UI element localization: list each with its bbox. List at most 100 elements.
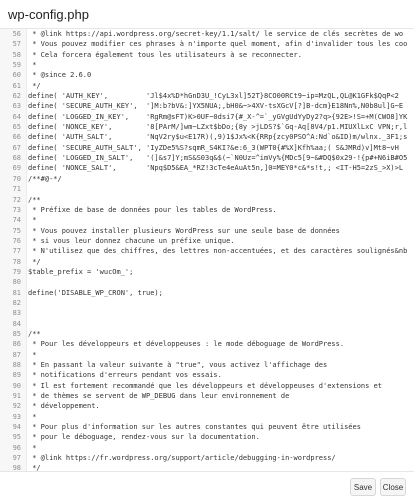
line-number: 65 (12, 123, 21, 132)
line-number: 56 (12, 30, 21, 38)
code-line[interactable]: 91 * de thèmes se servent de WP_DEBUG da… (0, 391, 414, 401)
code-line[interactable]: 59 * (0, 60, 414, 70)
line-text[interactable]: define( 'LOGGED_IN_KEY', 'RgRm@sFT)K>0UF… (24, 112, 414, 122)
code-line[interactable]: 92 * développement. (0, 401, 414, 411)
line-text[interactable]: define( 'AUTH_KEY', 'Jl$4x%D*hGnD3U_!CyL… (24, 91, 414, 101)
code-line[interactable]: 79 $table_prefix = 'wucOm_'; (0, 267, 414, 277)
line-text[interactable]: * N'utilisez que des chiffres, des lettr… (24, 246, 414, 256)
line-text[interactable] (24, 298, 414, 308)
code-line[interactable]: 69 define( 'NONCE_SALT', 'Npq$D5&EA_*RZ!3… (0, 163, 414, 173)
code-line[interactable]: 62 define( 'AUTH_KEY', 'Jl$4x%D*hGnD3U_!C… (0, 91, 414, 101)
code-line[interactable]: 84 (0, 319, 414, 329)
line-text[interactable]: * pour le déboguage, rendez-vous sur la … (24, 432, 414, 442)
line-text[interactable]: * @since 2.6.0 (24, 70, 414, 80)
line-text[interactable]: * (24, 60, 414, 70)
close-button[interactable]: Close (380, 478, 406, 496)
code-line[interactable]: 83 (0, 308, 414, 318)
code-line[interactable]: 81 define('DISABLE_WP_CRON', true); (0, 288, 414, 298)
code-lines[interactable]: 56 * @link https://api.wordpress.org/sec… (0, 29, 414, 472)
line-text[interactable] (24, 184, 414, 194)
line-text[interactable]: */ (24, 463, 414, 471)
line-text[interactable]: * (24, 412, 414, 422)
code-line[interactable]: 72/** (0, 195, 414, 205)
code-line[interactable]: 85/** (0, 329, 414, 339)
line-text[interactable]: * En passant la valeur suivante à "true"… (24, 360, 414, 370)
code-line[interactable]: 66 define( 'AUTH_SALT', 'NqV2ry$u<E17R)(,… (0, 132, 414, 142)
code-line[interactable]: 87 * (0, 350, 414, 360)
line-text[interactable]: /**#@-*/ (24, 174, 414, 184)
dialog-titlebar: wp-config.php (0, 0, 414, 28)
code-line[interactable]: 74 * (0, 215, 414, 225)
code-line[interactable]: 97 * @link https://fr.wordpress.org/supp… (0, 453, 414, 463)
code-line[interactable]: 96 * (0, 443, 414, 453)
code-line[interactable]: 60 * @since 2.6.0 (0, 70, 414, 80)
line-text[interactable]: * si vous leur donnez chacune un préfixe… (24, 236, 414, 246)
line-text[interactable]: * Pour les développeurs et développeuses… (24, 339, 414, 349)
code-line[interactable]: 77 * N'utilisez que des chiffres, des le… (0, 246, 414, 256)
code-line[interactable]: 88 * En passant la valeur suivante à "tr… (0, 360, 414, 370)
code-line[interactable]: 63 define( 'SECURE_AUTH_KEY', ']M:b?bV&:]… (0, 101, 414, 111)
line-text[interactable]: * @link https://api.wordpress.org/secret… (24, 29, 414, 39)
line-number: 73 (12, 205, 21, 214)
code-line[interactable]: 95 * pour le déboguage, rendez-vous sur … (0, 432, 414, 442)
line-text[interactable]: /** (24, 329, 414, 339)
line-text[interactable]: * (24, 350, 414, 360)
line-text[interactable]: /** (24, 195, 414, 205)
line-text[interactable]: define( 'SECURE_AUTH_KEY', ']M:b?bV&:]YX… (24, 101, 414, 111)
line-number: 98 (12, 464, 21, 472)
line-text[interactable]: $table_prefix = 'wucOm_'; (24, 267, 414, 277)
line-text[interactable]: */ (24, 81, 414, 91)
line-number: 61 (12, 81, 21, 90)
line-text[interactable]: * @link https://fr.wordpress.org/support… (24, 453, 414, 463)
code-line[interactable]: 80 (0, 277, 414, 287)
line-number: 76 (12, 236, 21, 245)
line-text[interactable]: define('DISABLE_WP_CRON', true); (24, 288, 414, 298)
code-line[interactable]: 98 */ (0, 463, 414, 472)
line-text[interactable]: */ (24, 257, 414, 267)
line-text[interactable]: define( 'AUTH_SALT', 'NqV2ry$u<E17R)(,9)… (24, 132, 414, 142)
line-number: 97 (12, 454, 21, 463)
code-line[interactable]: 93 * (0, 412, 414, 422)
line-text[interactable]: * (24, 443, 414, 453)
save-button[interactable]: Save (350, 478, 376, 496)
code-line[interactable]: 68 define( 'LOGGED_IN_SALT', '(]&s7]Y;mS&… (0, 153, 414, 163)
code-line[interactable]: 90 * Il est fortement recommandé que les… (0, 381, 414, 391)
code-line[interactable]: 76 * si vous leur donnez chacune un préf… (0, 236, 414, 246)
line-text[interactable]: * développement. (24, 401, 414, 411)
code-line[interactable]: 58 * Cela forcera également tous les uti… (0, 50, 414, 60)
line-text[interactable]: * Vous pouvez modifier ces phrases à n'i… (24, 39, 414, 49)
code-line[interactable]: 94 * Pour plus d'information sur les aut… (0, 422, 414, 432)
line-text[interactable]: define( 'SECURE_AUTH_SALT', 'IyZDe5%S?sq… (24, 143, 414, 153)
code-line[interactable]: 65 define( 'NONCE_KEY', '8[PArM/]wm~LZxt$… (0, 122, 414, 132)
line-text[interactable] (24, 277, 414, 287)
code-line[interactable]: 64 define( 'LOGGED_IN_KEY', 'RgRm@sFT)K>0… (0, 112, 414, 122)
line-number: 62 (12, 92, 21, 101)
line-text[interactable]: define( 'LOGGED_IN_SALT', '(]&s7]Y;mS&S0… (24, 153, 414, 163)
line-text[interactable] (24, 319, 414, 329)
code-line[interactable]: 57 * Vous pouvez modifier ces phrases à … (0, 39, 414, 49)
line-text[interactable]: * Cela forcera également tous les utilis… (24, 50, 414, 60)
code-line[interactable]: 78 */ (0, 257, 414, 267)
line-text[interactable]: * notifications d'erreurs pendant vos es… (24, 370, 414, 380)
code-line[interactable]: 71 (0, 184, 414, 194)
code-line[interactable]: 61 */ (0, 81, 414, 91)
code-line[interactable]: 73 * Préfixe de base de données pour les… (0, 205, 414, 215)
line-text[interactable]: define( 'NONCE_SALT', 'Npq$D5&EA_*RZ!3cT… (24, 163, 414, 173)
code-editor[interactable]: 56 * @link https://api.wordpress.org/sec… (0, 28, 414, 472)
code-line[interactable]: 56 * @link https://api.wordpress.org/sec… (0, 29, 414, 39)
line-text[interactable]: define( 'NONCE_KEY', '8[PArM/]wm~LZxt$bD… (24, 122, 414, 132)
code-line[interactable]: 86 * Pour les développeurs et développeu… (0, 339, 414, 349)
code-line[interactable]: 67 define( 'SECURE_AUTH_SALT', 'IyZDe5%S?… (0, 143, 414, 153)
code-line[interactable]: 75 * Vous pouvez installer plusieurs Wor… (0, 226, 414, 236)
line-number: 85 (12, 329, 21, 338)
line-text[interactable]: * (24, 215, 414, 225)
line-text[interactable]: * Il est fortement recommandé que les dé… (24, 381, 414, 391)
line-text[interactable] (24, 308, 414, 318)
code-line[interactable]: 89 * notifications d'erreurs pendant vos… (0, 370, 414, 380)
line-text[interactable]: * de thèmes se servent de WP_DEBUG dans … (24, 391, 414, 401)
line-text[interactable]: * Préfixe de base de données pour les ta… (24, 205, 414, 215)
code-line[interactable]: 82 (0, 298, 414, 308)
code-line[interactable]: 70/**#@-*/ (0, 174, 414, 184)
line-text[interactable]: * Vous pouvez installer plusieurs WordPr… (24, 226, 414, 236)
line-text[interactable]: * Pour plus d'information sur les autres… (24, 422, 414, 432)
